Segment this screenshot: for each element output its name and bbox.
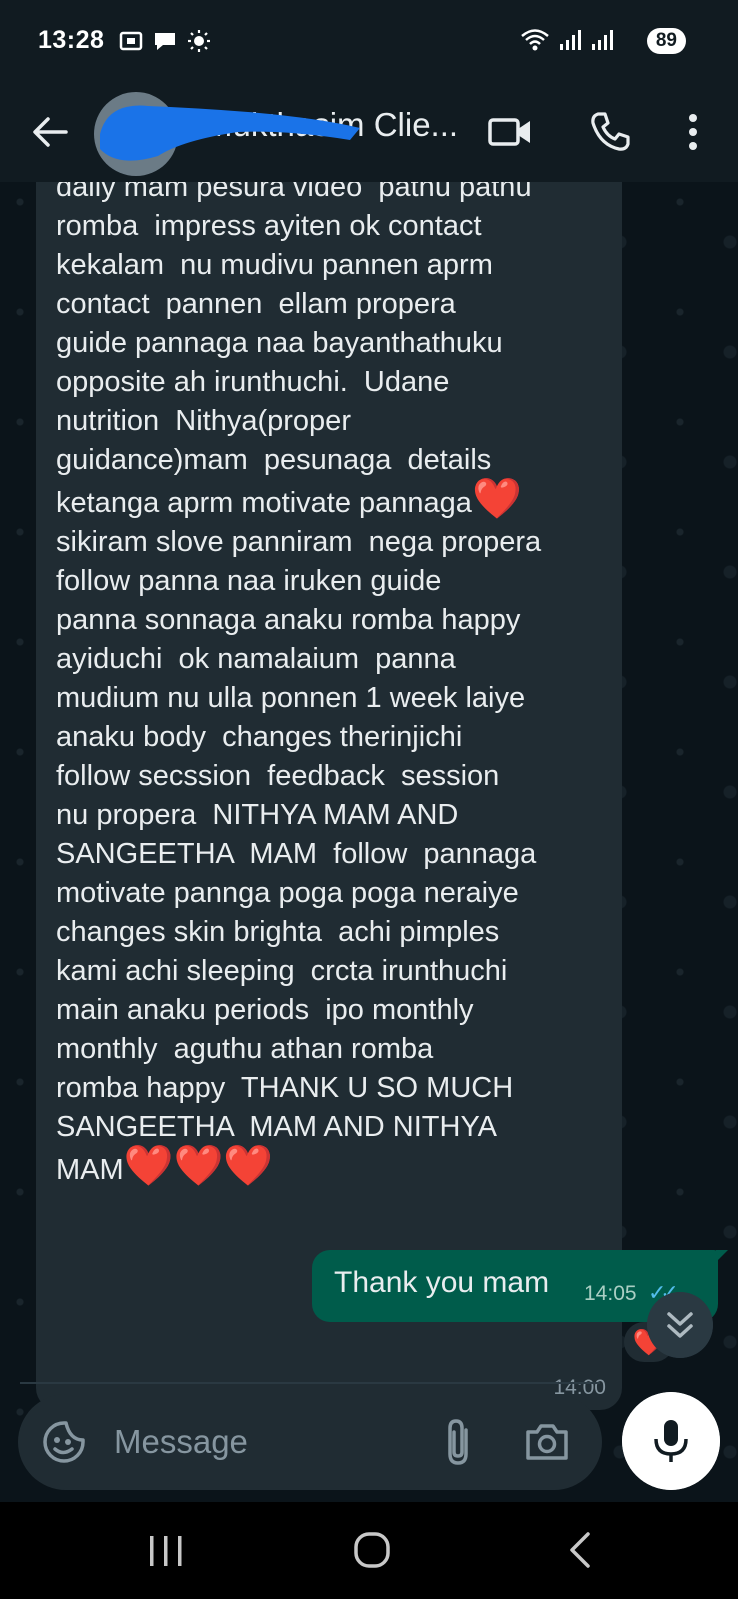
- message-line: follow secssion feedback session: [56, 760, 500, 792]
- phone-icon[interactable]: [586, 108, 634, 156]
- message-line: SANGEETHA MAM follow pannaga: [56, 838, 537, 870]
- status-icons-right: [520, 27, 614, 53]
- heart-emoji: ❤️: [471, 477, 522, 521]
- avatar-image: [108, 122, 142, 144]
- avatar[interactable]: [94, 92, 178, 176]
- message-line: MAM: [56, 1154, 124, 1186]
- message-line: nutrition Nithya(proper: [56, 405, 351, 437]
- paperclip-icon[interactable]: [436, 1416, 484, 1468]
- status-icons-left: [118, 28, 212, 54]
- message-line: SANGEETHA MAM AND NITHYA: [56, 1111, 497, 1143]
- outgoing-message-time: 14:05: [584, 1282, 637, 1305]
- message-line: panna sonnaga anaku romba happy: [56, 604, 521, 636]
- microphone-button[interactable]: [622, 1392, 720, 1490]
- message-line: guidance)mam pesunaga details: [56, 444, 492, 476]
- scroll-to-bottom-button[interactable]: [647, 1292, 713, 1358]
- video-call-icon[interactable]: [486, 108, 534, 156]
- message-line: kekalam nu mudivu pannen aprm: [56, 249, 493, 281]
- nav-back-icon[interactable]: [564, 1530, 594, 1570]
- message-line: nu propera NITHYA MAM AND: [56, 799, 459, 831]
- chat-area[interactable]: daily mam pesura video pathu pathu romba…: [0, 182, 738, 1502]
- message-line: monthly aguthu athan romba: [56, 1033, 434, 1065]
- camera-icon[interactable]: [522, 1418, 572, 1466]
- message-line: romba happy THANK U SO MUCH: [56, 1072, 514, 1104]
- message-line: daily mam pesura video pathu pathu: [56, 182, 532, 203]
- brightness-icon: [188, 30, 210, 52]
- outgoing-message-text: Thank you mam: [334, 1266, 550, 1299]
- contact-name[interactable]: Mukthasim Clie...: [205, 106, 465, 144]
- home-icon[interactable]: [352, 1530, 392, 1570]
- whatsapp-chat-screen: 13:28 89 Mukthasim Clie... daily mam pes…: [0, 0, 738, 1599]
- message-composer: [18, 1394, 602, 1490]
- chat-bubble-icon: [155, 33, 175, 50]
- chat-header: Mukthasim Clie...: [0, 86, 738, 182]
- message-line: mudium nu ulla ponnen 1 week laiye: [56, 682, 526, 714]
- status-bar: 13:28 89: [0, 0, 738, 86]
- screenshot-icon: [119, 31, 143, 51]
- message-line: opposite ah irunthuchi. Udane: [56, 366, 450, 398]
- hearts-emoji: ❤️❤️❤️: [123, 1144, 274, 1188]
- incoming-message-text: daily mam pesura video pathu pathu romba…: [56, 182, 608, 1190]
- back-arrow-icon[interactable]: [28, 110, 72, 154]
- message-line: ketanga aprm motivate pannaga: [56, 487, 472, 519]
- composer-divider: [20, 1382, 600, 1384]
- signal-icon: [560, 30, 581, 50]
- wifi-icon: [521, 29, 549, 51]
- message-line: romba impress ayiten ok contact: [56, 210, 482, 242]
- emoji-sticker-icon[interactable]: [40, 1418, 88, 1466]
- more-vertical-icon[interactable]: [680, 108, 706, 156]
- message-line: motivate pannga poga poga neraiye: [56, 877, 519, 909]
- incoming-message-bubble[interactable]: daily mam pesura video pathu pathu romba…: [36, 182, 622, 1410]
- message-line: ayiduchi ok namalaium panna: [56, 643, 456, 675]
- message-line: changes skin brighta achi pimples: [56, 916, 500, 948]
- signal-icon: [592, 30, 613, 50]
- navigation-bar: [0, 1502, 738, 1599]
- message-line: sikiram slove panniram nega propera: [56, 526, 542, 558]
- status-time: 13:28: [38, 26, 105, 54]
- message-line: anaku body changes therinjichi: [56, 721, 463, 753]
- recent-apps-icon[interactable]: [146, 1532, 186, 1570]
- message-input[interactable]: [114, 1416, 424, 1468]
- battery-indicator: 89: [646, 28, 686, 54]
- message-line: kami achi sleeping crcta irunthuchi: [56, 955, 508, 987]
- message-line: guide pannaga naa bayanthathuku: [56, 327, 503, 359]
- message-line: contact pannen ellam propera: [56, 288, 456, 320]
- message-line: follow panna naa iruken guide: [56, 565, 442, 597]
- message-line: main anaku periods ipo monthly: [56, 994, 474, 1026]
